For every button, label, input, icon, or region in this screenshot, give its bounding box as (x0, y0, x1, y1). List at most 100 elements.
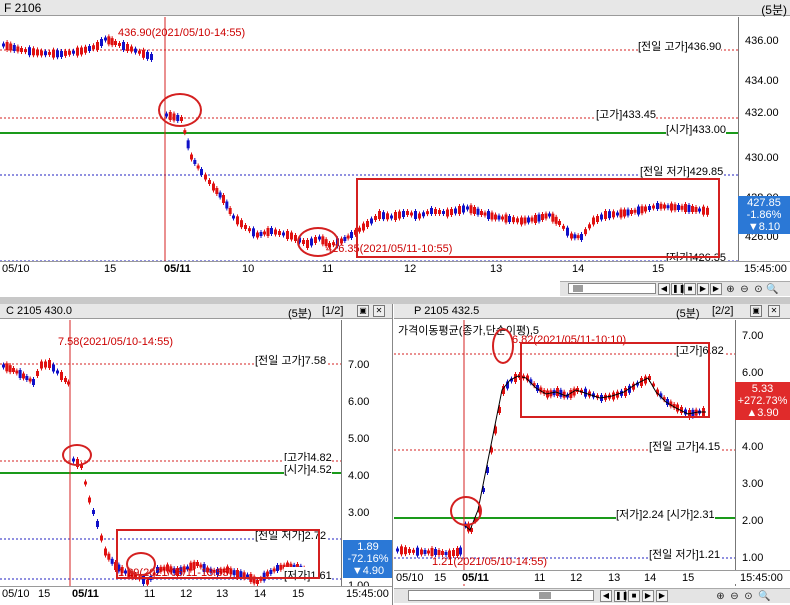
candle-body (236, 216, 239, 225)
candle-body (212, 183, 215, 191)
level-label: [시가]4.52 (284, 461, 332, 477)
candle-body (12, 368, 15, 372)
y-tick-label: 430.00 (745, 152, 779, 164)
low-marker: 1.21(2021/05/10-14:55) (432, 556, 547, 568)
candle-body (420, 549, 423, 555)
candle-body (48, 360, 51, 368)
candle-body (24, 49, 27, 53)
candle-body (104, 37, 107, 41)
scrollbar[interactable] (408, 590, 594, 601)
y-tick-label: 7.00 (742, 330, 764, 342)
candle-body (441, 551, 444, 555)
candle-body (56, 370, 59, 374)
reset-icon[interactable]: ⊙ (752, 283, 765, 296)
candle-body (274, 229, 277, 235)
candle-body (16, 46, 20, 52)
level-label: [전일 고가]7.58 (255, 352, 327, 368)
x-tick-label: 11 (144, 588, 156, 600)
next-button-2[interactable]: ▶ (710, 283, 722, 295)
y-tick-label: 7.00 (348, 359, 370, 371)
x-tick-label: 11 (322, 263, 334, 275)
x-tick-label: 12 (570, 572, 583, 584)
price-axis: 7.006.005.004.003.002.001.00 (735, 320, 790, 586)
candle-body (114, 41, 117, 45)
zoom-in-icon[interactable]: ⊕ (724, 283, 737, 296)
reset-icon[interactable]: ⊙ (742, 590, 755, 603)
time-label: 15:45:00 (346, 588, 389, 600)
candle-body (110, 38, 114, 46)
candle-body (32, 48, 35, 56)
x-tick-label: 05/10 (2, 588, 30, 600)
candle-body (290, 232, 293, 240)
candle-body (437, 550, 441, 555)
candle-body (32, 379, 35, 385)
candle-body (142, 49, 145, 58)
candle-body (256, 232, 259, 238)
range-box (116, 529, 320, 579)
next-button[interactable]: ▶ (697, 283, 709, 295)
candle-body (408, 549, 411, 553)
price-badge: 427.85 -1.86% ▼8.10 (738, 196, 790, 234)
candle-body (76, 47, 79, 56)
candle-body (286, 231, 289, 239)
candle-body (15, 370, 19, 374)
badge-pct: -1.86% (746, 209, 782, 221)
close-button[interactable]: ✕ (373, 305, 385, 317)
time-axis: 05/10 15 05/11 11 12 13 14 15 15:45:00 (394, 570, 790, 584)
scrollbar[interactable] (568, 283, 656, 294)
search-icon[interactable]: 🔍 (758, 590, 771, 603)
candle-body (396, 548, 399, 552)
next-button-2[interactable]: ▶ (656, 590, 668, 602)
candle-body (263, 231, 266, 235)
pane-divider[interactable] (0, 297, 790, 304)
candle-body (68, 50, 71, 55)
candle-body (8, 365, 12, 373)
scroll-thumb[interactable] (573, 285, 583, 292)
prev-button[interactable]: ◀ (600, 590, 612, 602)
candle-body (22, 373, 25, 379)
pane-title-bar: C 2105 430.0 (5분) [1/2] ▣ ✕ (0, 304, 392, 320)
candle-body (404, 547, 407, 555)
maximize-button[interactable]: ▣ (750, 305, 762, 317)
scroll-thumb[interactable] (539, 592, 551, 599)
zoom-out-icon[interactable]: ⊖ (728, 590, 741, 603)
prev-button[interactable]: ◀ (658, 283, 670, 295)
zoom-out-icon[interactable]: ⊖ (738, 283, 751, 296)
x-tick-label: 15 (104, 263, 117, 275)
candle-body (282, 232, 285, 236)
page-label: [1/2] (322, 305, 344, 317)
maximize-button[interactable]: ▣ (357, 305, 369, 317)
candle-body (278, 231, 281, 235)
level-label: [전일 고가]436.90 (638, 38, 722, 54)
candle-body (28, 378, 32, 382)
candle-body (88, 497, 91, 503)
page-label: [2/2] (712, 305, 734, 317)
chart-controls: ◀ ❚❚ ■ ▶ ▶ ⊕ ⊖ ⊙ 🔍 (560, 281, 790, 296)
x-tick-label: 14 (572, 263, 585, 275)
candle-body (25, 376, 29, 380)
stop-button[interactable]: ■ (684, 283, 696, 295)
x-tick-label: 11 (534, 572, 546, 584)
close-button[interactable]: ✕ (768, 305, 780, 317)
candle-body (107, 553, 111, 560)
candle-body (40, 50, 43, 56)
candle-body (88, 46, 91, 51)
candle-body (204, 174, 207, 180)
pause-button[interactable]: ❚❚ (614, 590, 628, 602)
x-tick-label: 05/10 (2, 263, 30, 275)
search-icon[interactable]: 🔍 (766, 283, 779, 296)
pause-button[interactable]: ❚❚ (671, 283, 685, 295)
candle-body (228, 208, 232, 214)
zoom-in-icon[interactable]: ⊕ (714, 590, 727, 603)
candle-body (259, 232, 263, 236)
x-tick-label: 05/11 (462, 572, 489, 584)
y-tick-label: 4.00 (742, 441, 764, 453)
interval-label: (5분) (676, 308, 700, 320)
open-gap-circle (62, 444, 92, 466)
candle-body (134, 48, 137, 53)
stop-button[interactable]: ■ (628, 590, 640, 602)
pane-title: P 2105 432.5 (414, 305, 480, 317)
next-button[interactable]: ▶ (642, 590, 654, 602)
candle-body (9, 43, 13, 51)
candle-body (44, 51, 47, 56)
